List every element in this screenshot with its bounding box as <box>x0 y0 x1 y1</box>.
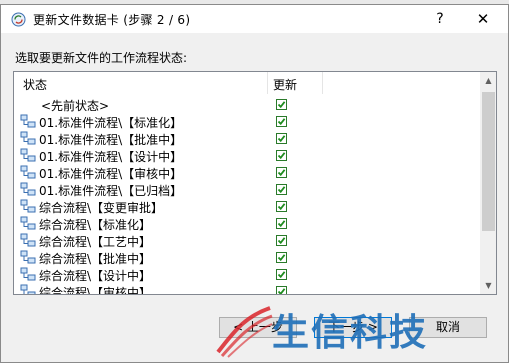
dialog-title: 更新文件数据卡 (步骤 2 / 6) <box>33 13 191 27</box>
refresh-card-icon <box>11 12 26 27</box>
checkbox-checked-icon <box>277 220 286 228</box>
checkbox-checked-icon <box>277 186 286 194</box>
list-rows: <先前状态> 01.标准件流程\【标准化】 01.标准件流程\【批准中】 01.标准件… <box>14 96 480 295</box>
list-item-label: 01.标准件流程\【设计中】 <box>39 150 183 164</box>
list-item-label: <先前状态> <box>41 99 110 113</box>
update-checkbox[interactable] <box>276 286 287 294</box>
checkbox-checked-icon <box>277 118 286 126</box>
workflow-state-icon <box>20 114 36 128</box>
list-header: 状态 更新 <box>14 72 480 94</box>
checkbox-checked-icon <box>277 237 286 245</box>
checkbox-checked-icon <box>277 203 286 211</box>
update-checkbox[interactable] <box>276 150 287 161</box>
checkbox-checked-icon <box>277 152 286 160</box>
update-checkbox[interactable] <box>276 99 287 110</box>
update-checkbox[interactable] <box>276 167 287 178</box>
workflow-state-icon <box>20 131 36 145</box>
checkbox-checked-icon <box>277 169 286 177</box>
list-item-label: 综合流程\【设计中】 <box>39 269 152 283</box>
list-item[interactable]: 01.标准件流程\【批准中】 <box>14 130 480 147</box>
list-item[interactable]: 综合流程\【变更审批】 <box>14 198 480 215</box>
title-bar: 更新文件数据卡 (步骤 2 / 6) ? ✕ <box>1 5 508 33</box>
watermark-swoosh-icon <box>216 306 273 358</box>
workflow-state-icon <box>20 233 36 247</box>
column-divider[interactable] <box>322 72 323 94</box>
list-item-label: 01.标准件流程\【批准中】 <box>39 133 183 147</box>
list-item[interactable]: 01.标准件流程\【审核中】 <box>14 164 480 181</box>
list-item-label: 01.标准件流程\【审核中】 <box>39 167 183 181</box>
workflow-state-icon <box>20 267 36 281</box>
close-button[interactable]: ✕ <box>468 8 498 30</box>
workflow-state-icon <box>20 250 36 264</box>
workflow-state-icon <box>20 165 36 179</box>
help-button[interactable]: ? <box>426 8 454 30</box>
update-checkbox[interactable] <box>276 252 287 263</box>
update-checkbox[interactable] <box>276 116 287 127</box>
list-item[interactable]: 综合流程\【标准化】 <box>14 215 480 232</box>
workflow-state-icon <box>20 148 36 162</box>
update-checkbox[interactable] <box>276 133 287 144</box>
list-item-label: 综合流程\【标准化】 <box>39 218 152 232</box>
workflow-state-list[interactable]: 状态 更新 <先前状态> 01.标准件流程\【标准化】 01.标准件流程\【批准中】… <box>13 71 497 295</box>
workflow-state-icon <box>20 216 36 230</box>
list-item[interactable]: 综合流程\【设计中】 <box>14 266 480 283</box>
watermark-logo: 生信科技 <box>214 302 509 360</box>
update-checkbox[interactable] <box>276 218 287 229</box>
list-item-label: 综合流程\【工艺中】 <box>39 235 152 249</box>
list-item[interactable]: 综合流程\【批准中】 <box>14 249 480 266</box>
checkbox-checked-icon <box>277 254 286 262</box>
vertical-scrollbar[interactable]: ▲ ▼ <box>480 72 496 294</box>
update-checkbox[interactable] <box>276 201 287 212</box>
list-item[interactable]: 综合流程\【审核中】 <box>14 283 480 295</box>
column-divider[interactable] <box>267 72 268 94</box>
list-item[interactable]: 01.标准件流程\【设计中】 <box>14 147 480 164</box>
column-header-update[interactable]: 更新 <box>273 76 297 93</box>
update-datacard-dialog: 更新文件数据卡 (步骤 2 / 6) ? ✕ 选取要更新文件的工作流程状态: 状… <box>0 4 509 363</box>
checkbox-checked-icon <box>277 135 286 143</box>
scroll-down-arrow-icon[interactable]: ▼ <box>480 277 496 294</box>
update-checkbox[interactable] <box>276 269 287 280</box>
list-item[interactable]: 01.标准件流程\【标准化】 <box>14 113 480 130</box>
update-checkbox[interactable] <box>276 184 287 195</box>
list-item-label: 01.标准件流程\【标准化】 <box>39 116 183 130</box>
list-item[interactable]: <先前状态> <box>14 96 480 113</box>
scroll-up-arrow-icon[interactable]: ▲ <box>480 72 496 89</box>
checkbox-checked-icon <box>277 271 286 279</box>
list-item-label: 综合流程\【变更审批】 <box>39 201 164 215</box>
list-item-label: 01.标准件流程\【已归档】 <box>39 184 183 198</box>
column-header-state[interactable]: 状态 <box>23 76 47 93</box>
watermark-text: 生信科技 <box>272 311 428 354</box>
list-item[interactable]: 01.标准件流程\【已归档】 <box>14 181 480 198</box>
workflow-state-icon <box>20 199 36 213</box>
workflow-state-icon <box>20 182 36 196</box>
scrollbar-thumb[interactable] <box>482 92 495 231</box>
list-item[interactable]: 综合流程\【工艺中】 <box>14 232 480 249</box>
checkbox-checked-icon <box>277 288 286 294</box>
checkbox-checked-icon <box>277 101 286 109</box>
instruction-label: 选取要更新文件的工作流程状态: <box>15 51 188 65</box>
list-item-label: 综合流程\【批准中】 <box>39 252 152 266</box>
workflow-state-icon <box>20 284 36 294</box>
list-item-label: 综合流程\【审核中】 <box>39 286 152 295</box>
update-checkbox[interactable] <box>276 235 287 246</box>
